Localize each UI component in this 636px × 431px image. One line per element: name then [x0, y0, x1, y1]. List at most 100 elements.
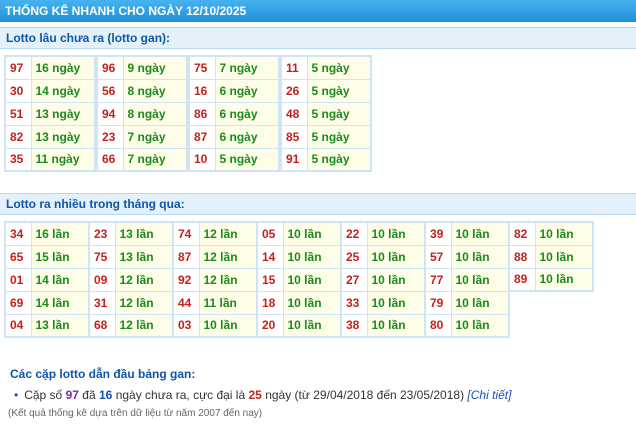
table-row: 30 14 ngày — [4, 78, 96, 103]
lotto-count: 10 lần — [282, 244, 342, 269]
lotto-number: 44 — [172, 290, 200, 315]
table-row: 48 5 ngày — [280, 101, 372, 126]
lotto-number: 82 — [4, 124, 32, 149]
detail-link[interactable]: [Chi tiết] — [467, 388, 511, 402]
lotto-number: 14 — [256, 244, 284, 269]
lotto-count: 5 ngày — [306, 55, 372, 80]
lotto-number: 25 — [340, 244, 368, 269]
lotto-count: 14 ngày — [30, 78, 96, 103]
lotto-number: 04 — [4, 313, 32, 338]
lotto-count: 13 lần — [114, 244, 174, 269]
table-row: 34 16 lần — [4, 221, 90, 246]
gan-table-4: 11 5 ngày 26 5 ngày 48 5 ngày 85 5 ngày 91 5 ngày — [280, 55, 372, 172]
lotto-number: 20 — [256, 313, 284, 338]
lotto-count: 12 lần — [198, 244, 258, 269]
nhieu-table-7: 82 10 lần 88 10 lần 89 10 lần — [508, 221, 594, 292]
lotto-count: 14 lần — [30, 290, 90, 315]
table-row: 20 10 lần — [256, 313, 342, 338]
lotto-count: 16 ngày — [30, 55, 96, 80]
lotto-number: 65 — [4, 244, 32, 269]
lotto-count: 5 ngày — [306, 78, 372, 103]
lotto-number: 26 — [280, 78, 308, 103]
table-row: 75 13 lần — [88, 244, 174, 269]
table-row: 97 16 ngày — [4, 55, 96, 80]
lotto-count: 10 lần — [534, 221, 594, 246]
lotto-number: 39 — [424, 221, 452, 246]
lotto-count: 6 ngày — [214, 124, 280, 149]
lotto-number: 56 — [96, 78, 124, 103]
table-row: 74 12 lần — [172, 221, 258, 246]
table-row: 65 15 lần — [4, 244, 90, 269]
footnote: (Kết quả thống kê dựa trên dữ liệu từ nă… — [8, 408, 263, 419]
nhieu-table-3: 74 12 lần 87 12 lần 92 12 lần 44 11 lần 03 10 lần — [172, 221, 258, 338]
table-row: 75 7 ngày — [188, 55, 280, 80]
table-row: 56 8 ngày — [96, 78, 188, 103]
lotto-number: 86 — [188, 101, 216, 126]
table-row: 38 10 lần — [340, 313, 426, 338]
table-row: 01 14 lần — [4, 267, 90, 292]
lotto-number: 31 — [88, 290, 116, 315]
table-row: 03 10 lần — [172, 313, 258, 338]
lotto-count: 10 lần — [282, 313, 342, 338]
lotto-number: 77 — [424, 267, 452, 292]
lotto-count: 15 lần — [30, 244, 90, 269]
lotto-count: 13 ngày — [30, 124, 96, 149]
pair-days: 16 — [98, 388, 113, 402]
lotto-count: 11 ngày — [30, 147, 96, 172]
nhieu-table-6: 39 10 lần 57 10 lần 77 10 lần 79 10 lần 80 10 lần — [424, 221, 510, 338]
lotto-number: 22 — [340, 221, 368, 246]
lotto-count: 12 lần — [114, 267, 174, 292]
lotto-number: 33 — [340, 290, 368, 315]
lotto-count: 12 lần — [114, 313, 174, 338]
lotto-number: 97 — [4, 55, 32, 80]
lotto-number: 09 — [88, 267, 116, 292]
nhieu-table-2: 23 13 lần 75 13 lần 09 12 lần 31 12 lần 68 12 lần — [88, 221, 174, 338]
table-row: 26 5 ngày — [280, 78, 372, 103]
lotto-number: 05 — [256, 221, 284, 246]
lotto-number: 23 — [88, 221, 116, 246]
table-row: 27 10 lần — [340, 267, 426, 292]
lotto-number: 48 — [280, 101, 308, 126]
lotto-count: 10 lần — [366, 221, 426, 246]
lotto-count: 10 lần — [366, 290, 426, 315]
table-row: 05 10 lần — [256, 221, 342, 246]
lotto-number: 94 — [96, 101, 124, 126]
lotto-number: 69 — [4, 290, 32, 315]
table-row: 88 10 lần — [508, 244, 594, 269]
lotto-count: 12 lần — [198, 221, 258, 246]
lotto-number: 03 — [172, 313, 200, 338]
lotto-count: 10 lần — [282, 221, 342, 246]
table-row: 11 5 ngày — [280, 55, 372, 80]
table-row: 69 14 lần — [4, 290, 90, 315]
table-row: 33 10 lần — [340, 290, 426, 315]
table-row: 16 6 ngày — [188, 78, 280, 103]
table-row: 44 11 lần — [172, 290, 258, 315]
table-row: 82 13 ngày — [4, 124, 96, 149]
gan-table-3: 75 7 ngày 16 6 ngày 86 6 ngày 87 6 ngày 10 5 ngày — [188, 55, 280, 172]
lotto-number: 85 — [280, 124, 308, 149]
lotto-number: 10 — [188, 147, 216, 172]
lotto-number: 01 — [4, 267, 32, 292]
table-row: 86 6 ngày — [188, 101, 280, 126]
table-row: 22 10 lần — [340, 221, 426, 246]
lotto-count: 13 lần — [30, 313, 90, 338]
lotto-count: 5 ngày — [306, 101, 372, 126]
pair-prefix: Cặp số — [24, 388, 63, 402]
lotto-count: 16 lần — [30, 221, 90, 246]
bullet-icon: • — [14, 388, 19, 402]
table-row: 80 10 lần — [424, 313, 510, 338]
lotto-count: 12 lần — [114, 290, 174, 315]
lotto-number: 87 — [188, 124, 216, 149]
lotto-number: 11 — [280, 55, 308, 80]
table-row: 10 5 ngày — [188, 147, 280, 172]
table-row: 23 13 lần — [88, 221, 174, 246]
pair-max: 25 — [248, 388, 262, 402]
table-row: 14 10 lần — [256, 244, 342, 269]
lotto-number: 57 — [424, 244, 452, 269]
lotto-number: 82 — [508, 221, 536, 246]
table-row: 51 13 ngày — [4, 101, 96, 126]
lotto-count: 10 lần — [366, 313, 426, 338]
lotto-number: 35 — [4, 147, 32, 172]
lotto-number: 18 — [256, 290, 284, 315]
lotto-count: 5 ngày — [306, 147, 372, 172]
